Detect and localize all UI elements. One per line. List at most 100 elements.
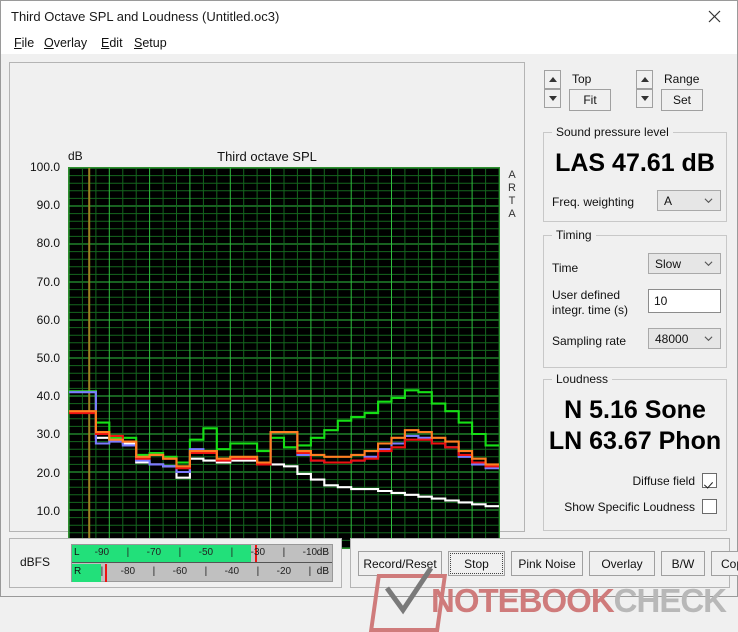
menu-item-label: ile	[21, 36, 35, 50]
menu-bar: File Overlay Edit Setup	[1, 32, 737, 54]
meter-tick-sep: |	[308, 566, 312, 577]
top-spinner-down[interactable]	[544, 89, 561, 108]
meter-tick-sep: |	[126, 547, 130, 558]
meter-tick: -10	[302, 547, 318, 558]
menu-item-label: etup	[142, 36, 167, 50]
range-spinner-up[interactable]	[636, 70, 653, 89]
top-fit-button[interactable]: Fit	[569, 89, 611, 111]
meter-tick-sep: |	[178, 547, 182, 558]
meter-tick: -90	[94, 547, 110, 558]
spl-value: LAS 47.61 dB	[555, 149, 715, 177]
range-set-button[interactable]: Set	[661, 89, 703, 111]
meter-tick-sep: |	[152, 566, 156, 577]
y-axis-tick: 80.0	[36, 236, 60, 251]
spl-group-title: Sound pressure level	[552, 125, 673, 139]
loudness-group: Loudness N 5.16 Sone LN 63.67 Phon Diffu…	[543, 372, 727, 531]
menu-accel: F	[14, 36, 22, 50]
menu-item-overlay[interactable]: Overlay	[41, 35, 90, 51]
y-axis-tick: 10.0	[36, 503, 60, 518]
integr-time-label-1: User defined	[552, 288, 621, 302]
meter-tick: -80	[120, 566, 136, 577]
chevron-up-icon	[640, 77, 649, 82]
meter-tick-sep: |	[256, 566, 260, 577]
menu-item-setup[interactable]: Setup	[131, 35, 170, 51]
integr-time-value: 10	[654, 294, 668, 308]
sampling-rate-value: 48000	[655, 331, 689, 346]
diffuse-field-checkbox[interactable]	[702, 473, 717, 488]
diffuse-field-label: Diffuse field	[632, 473, 695, 488]
sound-pressure-level-group: Sound pressure level LAS 47.61 dB Freq. …	[543, 125, 727, 222]
meter-tick: -60	[172, 566, 188, 577]
specific-loudness-label: Show Specific Loudness	[564, 499, 695, 514]
timing-group-title: Timing	[552, 228, 596, 242]
overlay-button[interactable]: Overlay	[589, 551, 655, 576]
integr-time-label-2: integr. time (s)	[552, 303, 629, 317]
top-spinner-up[interactable]	[544, 70, 561, 89]
loudness-group-title: Loudness	[552, 372, 613, 386]
meter-tick: -20	[276, 566, 292, 577]
bw-button[interactable]: B/W	[661, 551, 705, 576]
meter-tick: -40	[224, 566, 240, 577]
timing-group: Timing Time Slow User defined integr. ti…	[543, 228, 727, 368]
meter-row-right: R dB -80 -60 -40 -20 | | | | |	[72, 564, 332, 582]
meter-tick-sep: |	[230, 547, 234, 558]
sampling-rate-select[interactable]: 48000	[648, 328, 721, 349]
level-meters[interactable]: L dB -90 -70 -50 -30 -10 | | | | R dB -80 -60 -40 -…	[71, 544, 333, 582]
title-bar: Third Octave SPL and Loudness (Untitled.…	[1, 1, 737, 32]
loudness-sone-value: N 5.16 Sone	[564, 396, 706, 424]
chevron-down-icon	[640, 96, 649, 101]
graph-title: Third octave SPL	[217, 149, 317, 164]
y-axis-tick: 20.0	[36, 465, 60, 480]
y-axis-tick: 100.0	[29, 160, 60, 174]
chevron-down-icon	[704, 260, 713, 266]
meter-row-left: L dB -90 -70 -50 -30 -10 | | | |	[72, 545, 332, 563]
menu-item-file[interactable]: File	[11, 35, 37, 51]
time-value: Slow	[655, 256, 682, 271]
stop-button[interactable]: Stop	[448, 551, 505, 576]
menu-item-edit[interactable]: Edit	[98, 35, 126, 51]
meter-channel-right: R	[74, 566, 82, 577]
meter-peak-right	[104, 564, 107, 582]
chevron-down-icon	[548, 96, 557, 101]
y-axis-tick: 30.0	[36, 427, 60, 442]
diffuse-field-row[interactable]: Diffuse field	[544, 473, 726, 488]
range-spinner-down[interactable]	[636, 89, 653, 108]
menu-item-label: dit	[109, 36, 123, 50]
integr-time-input[interactable]: 10	[648, 289, 721, 313]
y-axis-tick: 40.0	[36, 389, 60, 404]
chevron-up-icon	[548, 77, 557, 82]
plot-area[interactable]	[68, 167, 500, 549]
pink-noise-button[interactable]: Pink Noise	[511, 551, 583, 576]
transport-button-bar: Record/Reset Stop Pink Noise Overlay B/W…	[350, 538, 738, 588]
y-axis-tick: 90.0	[36, 198, 60, 213]
top-spinner[interactable]	[544, 70, 561, 108]
time-select[interactable]: Slow	[648, 253, 721, 274]
loudness-phon-value: LN 63.67 Phon	[548, 427, 722, 455]
chevron-down-icon	[704, 335, 713, 341]
record-reset-button[interactable]: Record/Reset	[358, 551, 442, 576]
meter-tick: -30	[250, 547, 266, 558]
menu-accel: O	[44, 36, 54, 50]
range-spinner[interactable]	[636, 70, 653, 108]
meter-tick-sep: |	[100, 566, 104, 577]
menu-item-label: verlay	[53, 36, 88, 50]
y-axis-tick: 60.0	[36, 312, 60, 327]
graph-panel: dB Third octave SPL 0.010.020.030.040.05…	[9, 62, 525, 587]
copy-button[interactable]: Copy	[711, 551, 738, 576]
meter-tick: -70	[146, 547, 162, 558]
meter-tick-sep: |	[204, 566, 208, 577]
meter-unit-right: dB	[316, 566, 329, 577]
close-button[interactable]	[691, 1, 737, 32]
top-label: Top	[572, 72, 592, 86]
dbfs-label: dBFS	[20, 555, 51, 569]
chevron-down-icon	[704, 197, 713, 203]
y-axis-tick: 50.0	[36, 351, 60, 365]
freq-weighting-select[interactable]: A	[657, 190, 721, 211]
spl-curves	[69, 168, 499, 548]
close-icon	[708, 10, 720, 23]
y-axis-tick: 70.0	[36, 274, 60, 289]
range-label: Range	[664, 72, 700, 86]
specific-loudness-checkbox[interactable]	[702, 499, 717, 514]
specific-loudness-row[interactable]: Show Specific Loudness	[544, 499, 726, 514]
dbfs-meter-panel: dBFS L dB -90 -70 -50 -30 -10 | | | | R dB -80 -6…	[9, 538, 342, 588]
